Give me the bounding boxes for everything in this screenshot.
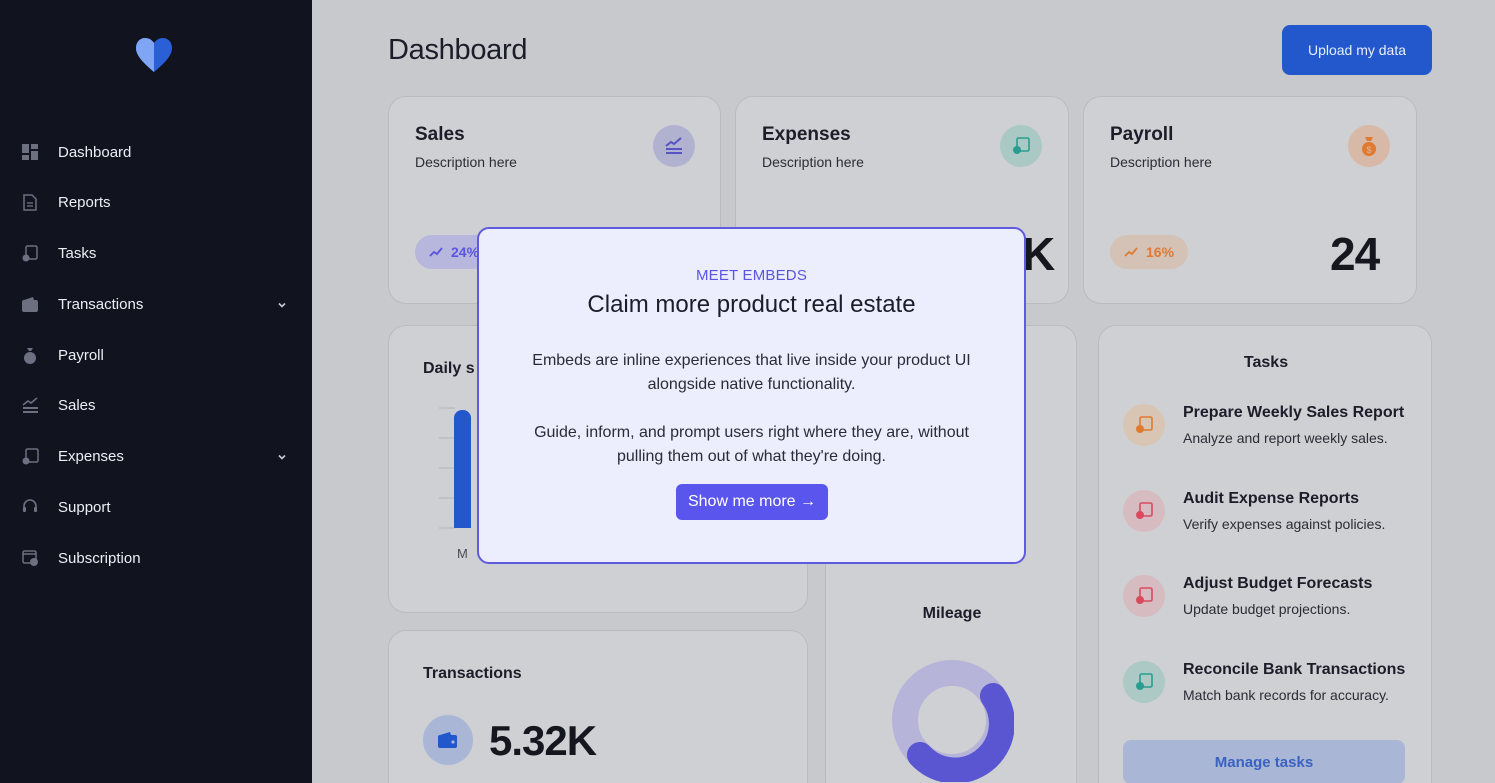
card-description: Description here (1110, 154, 1212, 170)
card-title: Payroll (1110, 124, 1174, 145)
dashboard-icon (21, 143, 39, 161)
show-me-more-button[interactable]: Show me more → (676, 484, 828, 520)
sidebar-item-label: Transactions (58, 295, 144, 313)
modal-title: Claim more product real estate (587, 291, 916, 318)
sidebar-item-dashboard[interactable]: Dashboard (0, 134, 312, 170)
chart-icon (21, 396, 39, 414)
payroll-value: 24 (1330, 228, 1380, 280)
sidebar-item-label: Subscription (58, 549, 141, 567)
card-description: Description here (415, 154, 517, 170)
trend-up-icon (429, 244, 443, 260)
task-item[interactable]: Audit Expense Reports Verify expenses ag… (1123, 490, 1423, 550)
sidebar-item-label: Reports (58, 193, 111, 211)
modal-body-text: Embeds are inline experiences that live … (532, 352, 971, 393)
money-bag-icon (21, 346, 39, 364)
document-icon (21, 193, 39, 211)
task-description: Verify expenses against policies. (1183, 516, 1386, 532)
tasks-title: Tasks (1243, 354, 1289, 371)
expenses-icon (1000, 125, 1042, 167)
task-description: Analyze and report weekly sales. (1183, 430, 1388, 446)
card-title: Expenses (762, 124, 851, 145)
mileage-donut-chart (892, 660, 1014, 782)
task-item[interactable]: Adjust Budget Forecasts Update budget pr… (1123, 575, 1423, 635)
wallet-icon (21, 295, 39, 313)
headset-icon (21, 498, 39, 516)
task-title: Audit Expense Reports (1183, 490, 1360, 507)
chart-x-tick-label: M (457, 546, 468, 561)
donut-segment (907, 683, 1014, 782)
sidebar-item-label: Sales (58, 396, 96, 414)
embed-modal: MEET EMBEDS Claim more product real esta… (477, 227, 1026, 564)
payroll-trend-value: 16% (1146, 244, 1175, 260)
sidebar-item-expenses[interactable]: Expenses (0, 438, 312, 474)
sidebar-item-tasks[interactable]: Tasks (0, 235, 312, 271)
svg-text:$: $ (1366, 145, 1371, 155)
sidebar-item-support[interactable]: Support (0, 489, 312, 525)
chevron-down-icon[interactable] (276, 298, 288, 310)
expenses-value: K (1022, 228, 1055, 280)
task-title: Prepare Weekly Sales Report (1183, 404, 1405, 421)
heart-logo-icon[interactable] (134, 36, 174, 74)
sidebar-item-label: Tasks (58, 244, 97, 262)
tasks-icon (21, 244, 39, 262)
payroll-trend-badge: 16% (1110, 235, 1188, 269)
sales-trend-value: 24% (451, 244, 480, 260)
subscription-icon (21, 549, 39, 567)
transactions-title: Transactions (423, 665, 522, 682)
expenses-icon (21, 447, 39, 465)
task-document-icon (1123, 661, 1165, 703)
tasks-card: Tasks Prepare Weekly Sales Report Analyz… (1098, 325, 1432, 783)
task-item[interactable]: Prepare Weekly Sales Report Analyze and … (1123, 404, 1423, 464)
sidebar-item-sales[interactable]: Sales (0, 387, 312, 423)
card-description: Description here (762, 154, 864, 170)
sidebar-item-subscription[interactable]: Subscription (0, 540, 312, 576)
sidebar-item-reports[interactable]: Reports (0, 184, 312, 220)
sidebar: Dashboard Reports Tasks Transactions Pay… (0, 0, 312, 783)
manage-tasks-button[interactable]: Manage tasks (1123, 740, 1405, 783)
task-item[interactable]: Reconcile Bank Transactions Match bank r… (1123, 661, 1423, 721)
sidebar-item-label: Dashboard (58, 143, 132, 161)
task-document-icon (1123, 490, 1165, 532)
mileage-title: Mileage (922, 605, 982, 622)
sidebar-item-payroll[interactable]: Payroll (0, 337, 312, 373)
sidebar-item-transactions[interactable]: Transactions (0, 286, 312, 322)
task-description: Update budget projections. (1183, 601, 1351, 617)
payroll-card[interactable]: Payroll Description here $ 16% 24 (1083, 96, 1417, 304)
transactions-value: 5.32K (489, 717, 597, 764)
modal-body-text: Guide, inform, and prompt users right wh… (534, 424, 969, 465)
modal-eyebrow: MEET EMBEDS (695, 267, 808, 284)
task-title: Reconcile Bank Transactions (1183, 661, 1406, 678)
task-document-icon (1123, 404, 1165, 446)
sales-chart-icon (653, 125, 695, 167)
trend-up-icon (1124, 244, 1138, 260)
sidebar-item-label: Expenses (58, 447, 124, 465)
task-description: Match bank records for accuracy. (1183, 687, 1389, 703)
sidebar-item-label: Support (58, 498, 111, 516)
money-bag-icon: $ (1348, 125, 1390, 167)
chevron-down-icon[interactable] (276, 450, 288, 462)
sidebar-item-label: Payroll (58, 346, 104, 364)
task-document-icon (1123, 575, 1165, 617)
daily-sales-title: Daily s (423, 360, 475, 377)
card-title: Sales (415, 124, 465, 145)
chart-bar (454, 410, 471, 528)
task-title: Adjust Budget Forecasts (1183, 575, 1373, 592)
transactions-card: Transactions 5.32K (388, 630, 808, 783)
page-title: Dashboard (388, 34, 528, 66)
wallet-icon (423, 715, 473, 765)
upload-data-button[interactable]: Upload my data (1282, 25, 1432, 75)
